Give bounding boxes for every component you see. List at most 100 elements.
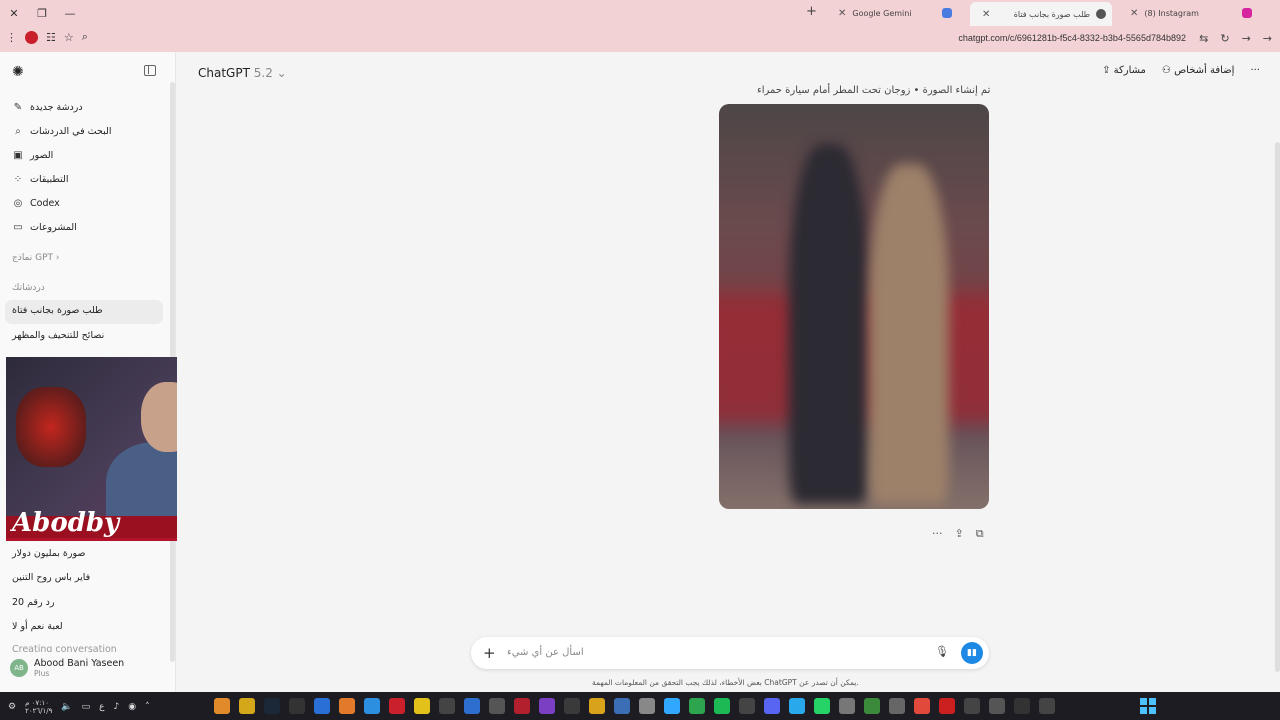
bookmark-star-icon[interactable]: ☆ <box>64 31 74 44</box>
tab-active-chat[interactable]: ✕ طلب صورة بجانب فتاة <box>970 2 1112 26</box>
zoom-icon[interactable]: ⌕ <box>82 30 88 44</box>
steam-icon[interactable] <box>264 698 280 714</box>
share-button[interactable]: ⇪ مشاركة <box>1102 65 1146 76</box>
back-icon[interactable]: → <box>1263 32 1272 45</box>
app-icon[interactable] <box>489 698 505 714</box>
display-icon[interactable]: ▭ <box>82 702 91 712</box>
record-tray-icon[interactable]: ◉ <box>128 702 136 712</box>
opera-icon[interactable] <box>939 698 955 714</box>
user-profile[interactable]: AB Abood Bani Yaseen Plus <box>10 658 124 678</box>
app-icon[interactable] <box>214 698 230 714</box>
composer-placeholder[interactable]: اسأل عن أي شيء <box>507 647 584 658</box>
close-tab-icon[interactable]: ✕ <box>982 9 990 20</box>
model-selector[interactable]: ChatGPT 5.2 ⌄ <box>198 66 287 80</box>
chat-item-active[interactable]: طلب صورة بجانب فتاة <box>5 300 163 324</box>
chat-item[interactable]: نصائح للتنحيف والمظهر <box>12 330 104 341</box>
add-people-label: إضافة أشخاص <box>1174 65 1235 76</box>
app-icon[interactable] <box>339 698 355 714</box>
tab-instagram[interactable]: ✕ (8) Instagram <box>1118 3 1258 23</box>
app-icon[interactable] <box>614 698 630 714</box>
microphone-icon[interactable]: 🎙 <box>935 645 949 658</box>
more-options-icon[interactable]: ··· <box>932 527 943 541</box>
voice-mode-button[interactable]: ▮▮ <box>961 642 983 664</box>
folder-icon[interactable] <box>589 698 605 714</box>
extensions-icon[interactable]: ☷ <box>46 31 56 44</box>
spotify-icon[interactable] <box>714 698 730 714</box>
app-icon[interactable] <box>964 698 980 714</box>
sidebar-toggle-icon[interactable] <box>144 65 156 76</box>
new-tab-button[interactable]: + <box>806 4 817 19</box>
app-icon[interactable] <box>514 698 530 714</box>
search-icon[interactable] <box>1014 698 1030 714</box>
app-icon[interactable] <box>464 698 480 714</box>
forward-icon[interactable]: → <box>1242 32 1251 45</box>
sidebar-gpts-section[interactable]: نماذج GPT › <box>12 253 60 263</box>
task-view-icon[interactable] <box>1039 698 1055 714</box>
chatgpt-icon[interactable] <box>739 698 755 714</box>
discord-icon[interactable] <box>764 698 780 714</box>
system-tray: ⚙ ٠٧:١٠ م ٢٠٢٦/١/٩ 🔈 ▭ ع ♪ ◉ ˄ <box>8 699 150 715</box>
menu-icon[interactable]: ⋮ <box>6 31 17 44</box>
main-scrollbar[interactable] <box>1275 142 1280 672</box>
sidebar-item-search[interactable]: ⌕ البحث في الدردشات <box>12 121 111 141</box>
more-options-icon[interactable]: ··· <box>1250 65 1260 76</box>
reload-icon[interactable]: ↻ <box>1220 32 1229 45</box>
clock[interactable]: ٠٧:١٠ م ٢٠٢٦/١/٩ <box>25 699 52 715</box>
minimize-window-icon[interactable]: — <box>56 7 84 20</box>
app-icon[interactable] <box>389 698 405 714</box>
mic-tray-icon[interactable]: ♪ <box>113 702 119 712</box>
message-composer[interactable]: + اسأل عن أي شيء 🎙 ▮▮ <box>471 637 989 669</box>
chat-item[interactable]: لعبة نعم أو لا <box>12 621 63 632</box>
chat-item[interactable]: فاير باس روح التنين <box>12 572 90 583</box>
tray-expand-icon[interactable]: ˄ <box>145 702 150 712</box>
extension-icon[interactable] <box>25 30 38 44</box>
copy-icon[interactable]: ⧉ <box>976 527 984 541</box>
app-icon[interactable] <box>889 698 905 714</box>
chat-item[interactable]: رد رقم 20 <box>12 597 54 608</box>
app-icon[interactable] <box>289 698 305 714</box>
chat-item[interactable]: Creating conversation <box>12 644 117 652</box>
site-settings-icon[interactable]: ⇆ <box>1199 32 1208 45</box>
app-icon[interactable] <box>689 698 705 714</box>
sidebar-item-projects[interactable]: ▭ المشروعات <box>12 217 77 237</box>
photoshop-icon[interactable] <box>664 698 680 714</box>
streamer-brand: Abodby <box>12 508 120 538</box>
app-icon[interactable] <box>239 698 255 714</box>
generated-image[interactable] <box>719 104 989 509</box>
app-icon[interactable] <box>839 698 855 714</box>
chrome-icon[interactable] <box>914 698 930 714</box>
whatsapp-icon[interactable] <box>814 698 830 714</box>
app-icon[interactable] <box>539 698 555 714</box>
language-indicator[interactable]: ع <box>99 702 104 712</box>
sidebar-item-new-chat[interactable]: ✎ دردشة جديدة <box>12 97 83 117</box>
tab-google-gemini[interactable]: ✕ Google Gemini <box>826 3 958 23</box>
clock-time: ٠٧:١٠ م <box>25 699 50 707</box>
close-window-icon[interactable]: ✕ <box>0 7 28 20</box>
app-icon[interactable] <box>414 698 430 714</box>
sidebar-item-apps[interactable]: ⁘ التطبيقات <box>12 169 69 189</box>
chat-item[interactable]: صورة بمليون دولار <box>12 548 85 559</box>
openai-logo-icon[interactable]: ✺ <box>12 64 24 80</box>
close-tab-icon[interactable]: ✕ <box>838 8 846 19</box>
app-icon[interactable] <box>864 698 880 714</box>
model-version: 5.2 <box>253 66 273 80</box>
close-tab-icon[interactable]: ✕ <box>1130 8 1138 19</box>
telegram-icon[interactable] <box>789 698 805 714</box>
app-icon[interactable] <box>564 698 580 714</box>
app-icon[interactable] <box>989 698 1005 714</box>
app-icon[interactable] <box>314 698 330 714</box>
url-field[interactable]: chatgpt.com/c/6961281b-f5c4-8332-b3b4-55… <box>958 33 1186 43</box>
sidebar-item-images[interactable]: ▣ الصور <box>12 145 53 165</box>
app-icon[interactable] <box>639 698 655 714</box>
volume-icon[interactable]: 🔈 <box>61 702 72 712</box>
start-button-icon[interactable] <box>1140 698 1156 714</box>
app-icon[interactable] <box>439 698 455 714</box>
sidebar-item-codex[interactable]: ◎ Codex <box>12 193 60 213</box>
gemini-icon <box>942 8 952 18</box>
attach-plus-icon[interactable]: + <box>483 644 496 662</box>
app-icon[interactable] <box>364 698 380 714</box>
share-icon[interactable]: ⇪ <box>955 527 964 541</box>
add-people-button[interactable]: ⚇ إضافة أشخاص <box>1162 65 1235 76</box>
settings-icon[interactable]: ⚙ <box>8 702 16 712</box>
restore-window-icon[interactable]: ❐ <box>28 7 56 20</box>
